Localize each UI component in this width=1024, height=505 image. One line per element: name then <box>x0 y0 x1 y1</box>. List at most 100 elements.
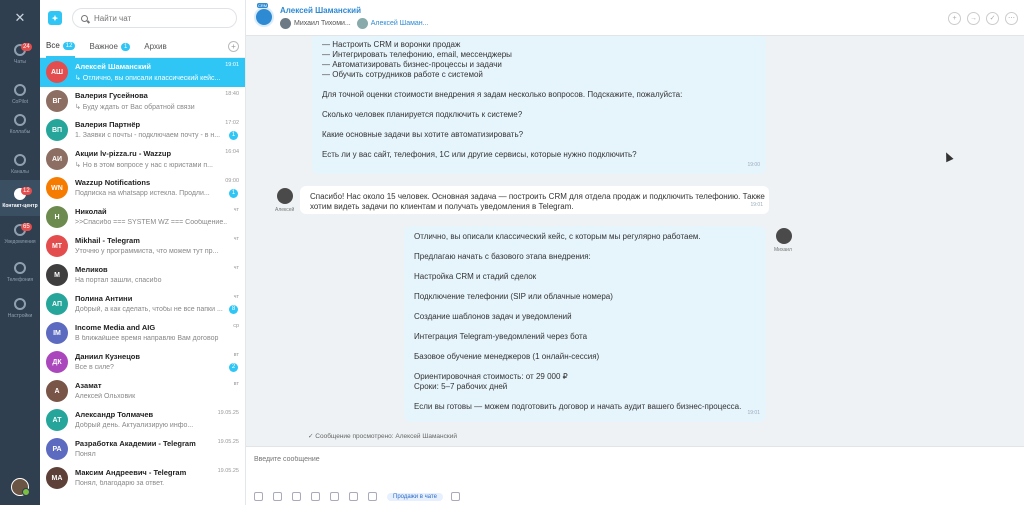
chat-title[interactable]: Алексей Шаманский <box>280 6 361 15</box>
chat-preview: ↳ Отлично, вы описали классический кейс.… <box>75 75 221 82</box>
emoji-icon[interactable] <box>311 492 320 501</box>
chat-list-item[interactable]: WN Wazzup Notifications Подписка на whatsa… <box>40 174 245 203</box>
chat-time: 19:01 <box>225 62 239 68</box>
rail-label: Настройки <box>7 312 33 319</box>
chat-list-item[interactable]: МА Максим Андреевич - Telegram Понял, благ… <box>40 464 245 493</box>
chat-list-item[interactable]: АИ Акции lv-pizza.ru - Wazzup ↳ Но в этом … <box>40 145 245 174</box>
rail-notifications[interactable]: Уведомления 65 <box>0 216 40 252</box>
avatar: АШ <box>46 61 68 83</box>
chat-items: АШ Алексей Шаманский ↳ Отлично, вы описали… <box>40 58 245 493</box>
mention-icon[interactable] <box>273 492 282 501</box>
chat-list-panel: ✦ Все12 Важное1 Архив + АШАлексей Шаманс… <box>40 0 246 505</box>
message-input[interactable] <box>254 451 994 467</box>
user-avatar[interactable] <box>11 478 30 496</box>
chat-main: Алексей Шаманский Михаил Тихоми... Алекс… <box>246 0 1024 505</box>
chat-list-item[interactable]: АТ Александр Толмачев Добрый день. Актуали… <box>40 406 245 435</box>
chat-list-item[interactable]: АП Полина Антини Добрый, а как сделать, чт… <box>40 290 245 319</box>
chat-time: 18:40 <box>225 91 239 97</box>
copilot-icon <box>14 83 26 96</box>
rail-label: Каналы <box>11 168 29 175</box>
avatar: Н <box>46 206 68 228</box>
chat-list-item[interactable]: М Меликов На портал зашли, спасибо чт <box>40 261 245 290</box>
chat-list-item[interactable]: ВП Валерия Партнёр 1. Заявки с почты - под… <box>40 116 245 145</box>
sales-in-chat-button[interactable]: Продажи в чате <box>387 492 443 501</box>
chat-time: ср <box>233 323 239 329</box>
chat-list-item[interactable]: АШ Алексей Шаманский ↳ Отлично, вы описали… <box>40 58 245 87</box>
attach-icon[interactable] <box>254 492 263 501</box>
chat-time: 16:04 <box>225 149 239 155</box>
close-icon[interactable]: ✕ <box>0 0 40 36</box>
tab-important[interactable]: Важное 1 <box>89 36 131 58</box>
rail-label: Коллабы <box>9 128 31 135</box>
eye-icon[interactable] <box>349 492 358 501</box>
rail-channels[interactable]: Каналы <box>0 146 40 182</box>
unread-badge: 1 <box>229 189 238 198</box>
client-avatar[interactable] <box>277 188 293 204</box>
chat-list-item[interactable]: РА Разработка Академии - Telegram Понял 19.… <box>40 435 245 464</box>
rail-chats[interactable]: Чаты 24 <box>0 36 40 72</box>
message-time: 19:01 <box>747 410 760 416</box>
check-icon[interactable]: ✓ <box>986 12 999 25</box>
chat-preview: Все в силе? <box>75 364 114 371</box>
template-icon[interactable] <box>292 492 301 501</box>
rail-settings[interactable]: Настройки <box>0 290 40 326</box>
rail-label: Чаты <box>14 58 26 65</box>
pay-icon[interactable] <box>368 492 377 501</box>
rail-label: Контакт-центр <box>2 202 38 209</box>
operator-name[interactable]: Михаил Тихоми... <box>294 20 351 27</box>
search-input[interactable] <box>94 13 214 23</box>
chat-name: Wazzup Notifications <box>75 178 151 187</box>
chat-name: Полина Антини <box>75 294 133 303</box>
chat-list-item[interactable]: IM Income Media and AIG В ближайшее время … <box>40 319 245 348</box>
rail-telephony[interactable]: Телефония <box>0 254 40 290</box>
chat-preview: В ближайшее время направлю Вам договор <box>75 335 219 342</box>
operator-avatar <box>280 18 291 29</box>
seen-status: ✓ Сообщение просмотрено: Алексей Шаманск… <box>308 432 457 440</box>
avatar: IM <box>46 322 68 344</box>
chat-preview: ↳ Буду ждать от Вас обратной связи <box>75 104 195 111</box>
chat-header: Алексей Шаманский Михаил Тихоми... Алекс… <box>246 0 1024 36</box>
rail-label: Телефония <box>6 276 34 283</box>
add-tab-icon[interactable]: + <box>228 41 239 52</box>
gear-icon <box>14 297 26 310</box>
avatar: ВП <box>46 119 68 141</box>
form-icon[interactable] <box>330 492 339 501</box>
rail-contact-center[interactable]: Контакт-центр 12 <box>0 180 40 216</box>
chat-preview: ↳ Но в этом вопросе у нас с юристами п..… <box>75 162 213 169</box>
chat-name: Разработка Академии - Telegram <box>75 439 196 448</box>
rail-badge: 24 <box>21 43 32 51</box>
forward-icon[interactable]: → <box>967 12 980 25</box>
avatar: РА <box>46 438 68 460</box>
chat-name: Меликов <box>75 265 108 274</box>
chat-list-item[interactable]: ВГ Валерия Гусейнова ↳ Буду ждать от Вас о… <box>40 87 245 116</box>
chat-time: чт <box>233 265 239 271</box>
client-name[interactable]: Алексей Шаман... <box>371 20 429 27</box>
chat-list-item[interactable]: Н Николай >>Спасибо === SYSTEM WZ === Сооб… <box>40 203 245 232</box>
more-icon[interactable]: ⋯ <box>1005 12 1018 25</box>
chat-avatar[interactable] <box>254 3 274 27</box>
chat-name: Акции lv-pizza.ru - Wazzup <box>75 149 172 158</box>
chat-name: Валерия Гусейнова <box>75 91 148 100</box>
rail-collabs[interactable]: Коллабы <box>0 106 40 142</box>
chat-preview: Подписка на whatsapp истекла. Продли... <box>75 190 210 197</box>
screen-icon[interactable] <box>450 492 460 501</box>
add-user-icon[interactable]: + <box>948 12 961 25</box>
tab-all[interactable]: Все 12 <box>46 36 76 58</box>
chat-name: Александр Толмачев <box>75 410 154 419</box>
chat-list-item[interactable]: А Азамат Алексей Ольховик вт <box>40 377 245 406</box>
chat-list-item[interactable]: ДК Даниил Кузнецов Все в силе? вт 2 <box>40 348 245 377</box>
chat-time: чт <box>233 294 239 300</box>
tab-label: Важное <box>89 42 118 51</box>
chat-time: 19.05.25 <box>217 410 239 416</box>
chat-name: Даниил Кузнецов <box>75 352 140 361</box>
tab-archive[interactable]: Архив <box>144 36 166 58</box>
message-time: 19:00 <box>747 162 760 168</box>
chat-list-item[interactable]: MT Mikhail - Telegram Уточню у программист… <box>40 232 245 261</box>
search-box[interactable] <box>72 8 237 28</box>
operator-avatar[interactable] <box>776 228 792 244</box>
tab-count: 12 <box>62 41 76 50</box>
search-icon <box>81 14 88 22</box>
chat-time: 09:00 <box>225 178 239 184</box>
chat-time: вт <box>233 352 239 358</box>
avatar: MT <box>46 235 68 257</box>
